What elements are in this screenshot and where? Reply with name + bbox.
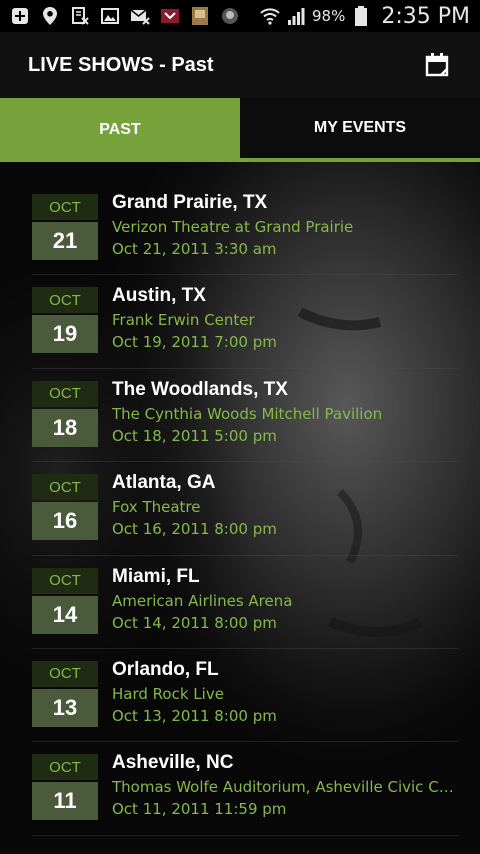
show-venue: American Airlines Arena [112,591,293,610]
show-venue: Thomas Wolfe Auditorium, Asheville Civic… [112,778,458,797]
show-datetime: Oct 13, 2011 8:00 pm [112,706,277,725]
battery-percent: 98% [312,7,346,25]
show-info: Orlando, FL Hard Rock Live Oct 13, 2011 8:… [112,657,458,727]
mail-x-icon [130,6,150,26]
show-list-item[interactable]: OCT 11 Asheville, NC Thomas Wolfe Auditoriu… [32,742,458,836]
app-bar: LIVE SHOWS - Past [0,32,480,98]
status-bar: 98% 2:35 PM [0,0,480,32]
show-list: OCT 21 Grand Prairie, TX Verizon Theatre at… [32,182,458,836]
page-title: LIVE SHOWS - Past [28,53,214,76]
file-x-icon [70,6,90,26]
show-list-item[interactable]: OCT 18 The Woodlands, TX The Cynthia Woods … [32,369,458,463]
battery-icon [351,6,371,26]
location-icon [40,6,60,26]
date-day: 11 [32,782,98,821]
date-month: OCT [32,194,98,220]
calendar-button[interactable] [422,50,452,80]
show-datetime: Oct 11, 2011 11:59 pm [112,800,287,819]
date-day: 19 [32,315,98,354]
tab-my-events[interactable]: MY EVENTS [240,98,480,162]
show-info: The Woodlands, TX The Cynthia Woods Mitch… [112,377,458,447]
show-datetime: Oct 18, 2011 5:00 pm [112,426,277,445]
date-month: OCT [32,474,98,501]
show-venue: Verizon Theatre at Grand Prairie [112,218,354,236]
show-list-item[interactable]: OCT 16 Atlanta, GA Fox Theatre Oct 16, 2011 … [32,462,458,556]
show-city: The Woodlands, TX [112,378,288,400]
date-day: 13 [32,688,98,727]
show-info: Atlanta, GA Fox Theatre Oct 16, 2011 8:00 … [112,470,458,540]
show-venue: Fox Theatre [112,498,201,517]
signal-icon [286,6,306,26]
show-list-item[interactable]: OCT 21 Grand Prairie, TX Verizon Theatre at… [32,182,458,276]
show-datetime: Oct 14, 2011 8:00 pm [112,613,277,632]
show-datetime: Oct 16, 2011 8:00 pm [112,520,277,539]
status-system: 98% 2:35 PM [260,4,470,29]
status-notifications [10,6,240,26]
show-city: Orlando, FL [112,658,219,680]
show-city: Asheville, NC [112,752,234,774]
date-day: 16 [32,502,98,541]
date-badge: OCT 18 [32,380,98,447]
date-day: 18 [32,408,98,447]
date-month: OCT [32,660,98,687]
show-city: Miami, FL [112,565,200,587]
date-day: 14 [32,595,98,634]
clock: 2:35 PM [381,3,470,29]
add-icon [10,6,30,26]
app-icon-2 [190,6,210,26]
date-badge: OCT 19 [32,287,98,354]
show-datetime: Oct 19, 2011 7:00 pm [112,333,277,352]
content-area: OCT 21 Grand Prairie, TX Verizon Theatre at… [0,162,480,854]
tab-bar: PAST MY EVENTS [0,98,480,162]
show-venue: Frank Erwin Center [112,311,255,330]
date-badge: OCT 16 [32,474,98,541]
app-icon-3 [220,6,240,26]
screen: 98% 2:35 PM LIVE SHOWS - Past PAST MY EV… [0,0,480,854]
show-list-item[interactable]: OCT 19 Austin, TX Frank Erwin Center Oct 19,… [32,275,458,369]
image-icon [100,6,120,26]
show-list-item[interactable]: OCT 13 Orlando, FL Hard Rock Live Oct 13, 20… [32,649,458,743]
show-info: Miami, FL American Airlines Arena Oct 14, … [112,564,458,634]
show-venue: Hard Rock Live [112,684,224,703]
show-city: Atlanta, GA [112,472,216,494]
date-badge: OCT 14 [32,567,98,634]
date-badge: OCT 11 [32,754,98,821]
date-month: OCT [32,287,98,314]
date-day: 21 [32,222,98,260]
show-city: Austin, TX [112,285,206,307]
show-info: Austin, TX Frank Erwin Center Oct 19, 2011… [112,283,458,353]
date-month: OCT [32,380,98,407]
show-city: Grand Prairie, TX [112,192,268,213]
calendar-icon [425,53,449,77]
show-venue: The Cynthia Woods Mitchell Pavilion [112,404,383,423]
show-info: Asheville, NC Thomas Wolfe Auditorium, As… [112,750,458,820]
show-datetime: Oct 21, 2011 3:30 am [112,240,277,258]
show-list-item[interactable]: OCT 14 Miami, FL American Airlines Arena Oct… [32,556,458,649]
date-month: OCT [32,567,98,594]
show-info: Grand Prairie, TX Verizon Theatre at Gran… [112,190,458,260]
date-month: OCT [32,754,98,781]
tab-past[interactable]: PAST [0,98,240,162]
wifi-icon [260,6,280,26]
date-badge: OCT 13 [32,660,98,727]
date-badge: OCT 21 [32,194,98,260]
app-icon-1 [160,6,180,26]
